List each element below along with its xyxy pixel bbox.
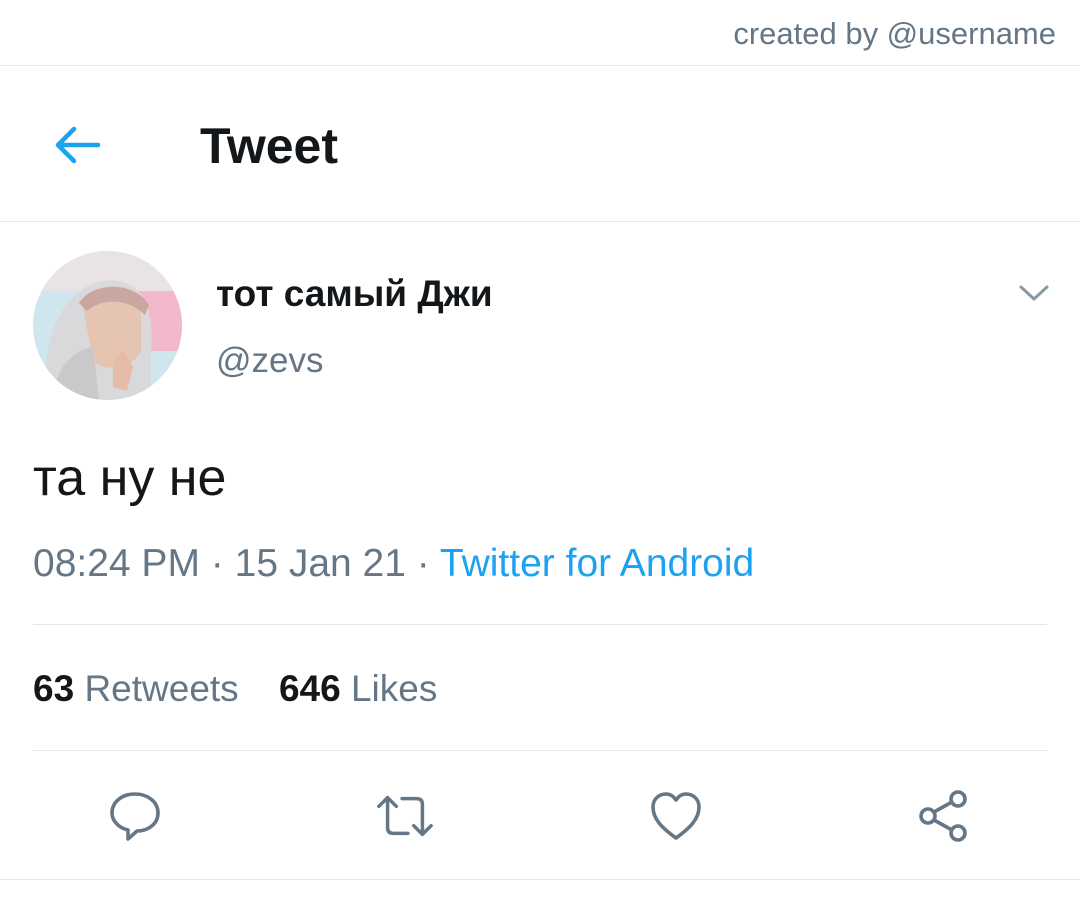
credit-text: created by @username	[733, 16, 1056, 51]
divider	[33, 624, 1047, 625]
back-button[interactable]	[46, 118, 108, 172]
like-button[interactable]	[646, 786, 706, 846]
share-icon	[919, 790, 967, 842]
reply-icon	[110, 792, 160, 841]
likes-stat[interactable]: 646 Likes	[279, 666, 437, 712]
meta-separator: ·	[210, 542, 224, 585]
page-title: Tweet	[200, 118, 338, 174]
tweet-source-link[interactable]: Twitter for Android	[440, 542, 754, 585]
tweet-time: 08:24 PM	[33, 542, 200, 585]
tweet-text: та ну не	[33, 449, 227, 507]
meta-separator: ·	[416, 542, 430, 585]
reply-button[interactable]	[105, 786, 165, 846]
retweets-label: Retweets	[84, 668, 239, 709]
likes-count: 646	[278, 668, 341, 709]
tweet-date: 15 Jan 21	[234, 542, 406, 585]
share-button[interactable]	[914, 786, 974, 846]
retweet-icon	[377, 795, 433, 837]
top-app-bar: Tweet	[0, 66, 1080, 222]
credit-bar: created by @username	[0, 0, 1080, 66]
tweet-meta: 08:24 PM · 15 Jan 21 · Twitter for Andro…	[33, 540, 754, 588]
author-handle[interactable]: @zevs	[216, 340, 324, 382]
author-display-name[interactable]: тот самый Джи	[216, 272, 493, 316]
tweet-options-button[interactable]	[1012, 276, 1056, 310]
retweet-button[interactable]	[375, 786, 435, 846]
avatar[interactable]	[33, 251, 182, 400]
likes-label: Likes	[350, 668, 438, 709]
action-bar	[0, 750, 1080, 880]
retweets-stat[interactable]: 63 Retweets	[33, 666, 239, 712]
arrow-left-icon	[55, 126, 101, 164]
avatar-image	[33, 251, 182, 400]
retweets-count: 63	[33, 668, 75, 709]
tweet-stats: 63 Retweets 646 Likes	[33, 666, 437, 712]
like-icon	[651, 792, 701, 840]
chevron-down-icon	[1019, 285, 1049, 301]
